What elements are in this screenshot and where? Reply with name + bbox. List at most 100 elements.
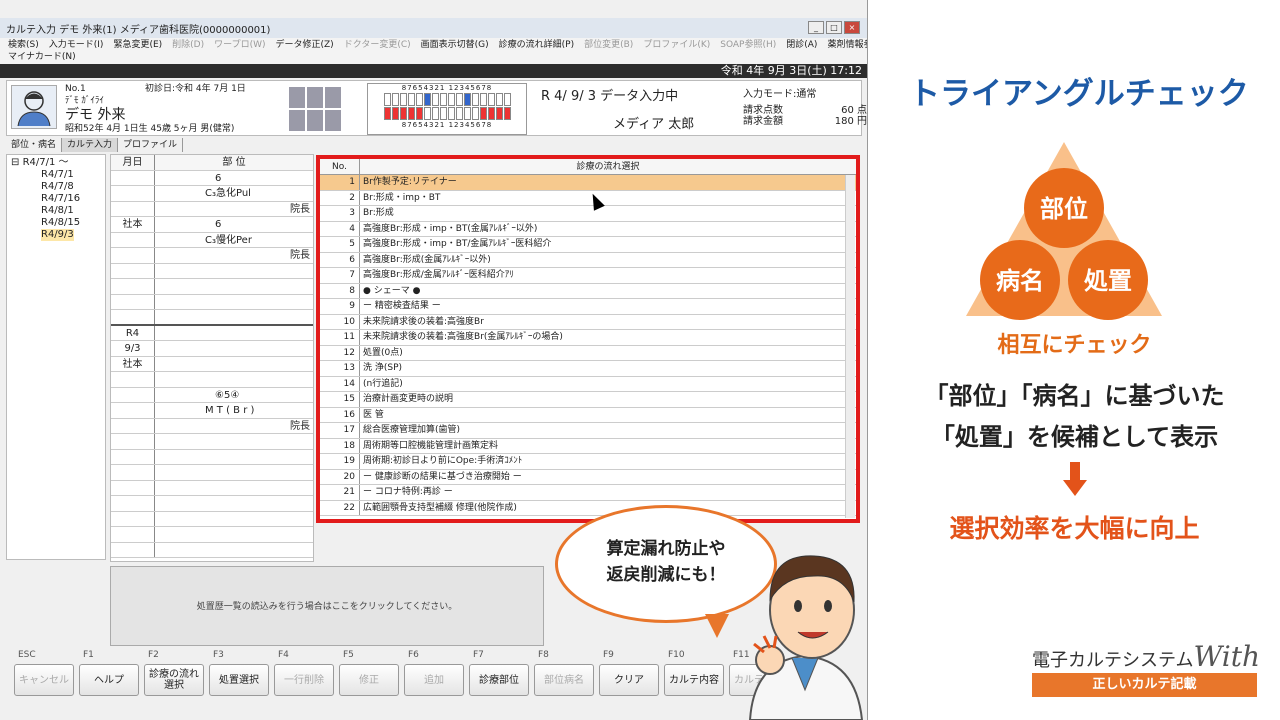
tab-site-disease[interactable]: 部位・病名 <box>6 138 63 152</box>
flow-list-item[interactable]: 9 ー 精密検査結果 ー <box>320 299 856 315</box>
flow-list-item[interactable]: 19 周術期:初診日より前にOpe:手術済ｺﾒﾝﾄ <box>320 454 856 470</box>
record-row[interactable]: M T ( B r ) <box>111 403 313 419</box>
tooth-cell[interactable] <box>439 93 447 106</box>
record-row[interactable] <box>111 434 313 450</box>
fkey-button[interactable]: 診療部位 <box>469 664 529 696</box>
tree-item[interactable]: R4/9/3 <box>11 229 101 241</box>
record-row[interactable]: C₃慢化Per <box>111 232 313 248</box>
record-row[interactable]: 院長 <box>111 418 313 434</box>
minimize-button[interactable]: _ <box>808 21 824 34</box>
tooth-cell[interactable] <box>399 93 407 106</box>
tooth-cell[interactable] <box>391 93 399 106</box>
record-row[interactable] <box>111 310 313 326</box>
tooth-cell[interactable] <box>495 93 503 106</box>
record-row[interactable] <box>111 480 313 496</box>
tree-item[interactable]: R4/7/8 <box>11 181 101 193</box>
tooth-cell[interactable] <box>503 93 511 106</box>
fkey-button[interactable]: カルテ内容 <box>664 664 724 696</box>
tooth-cell[interactable] <box>447 93 455 106</box>
tooth-cell[interactable] <box>383 93 391 106</box>
menu-item[interactable]: 入力モード(I) <box>49 39 104 51</box>
tree-item[interactable]: R4/8/1 <box>11 205 101 217</box>
flow-list-item[interactable]: 22 広範囲顎骨支持型補綴 修理(他院作成) <box>320 500 856 516</box>
tooth-cell[interactable] <box>495 107 503 120</box>
tooth-cell[interactable] <box>487 107 495 120</box>
flow-list-item[interactable]: 7 高強度Br:形成/金属ｱﾚﾙｷﾞｰ医科紹介ｱﾘ <box>320 268 856 284</box>
tooth-cell[interactable] <box>383 107 391 120</box>
menu-item[interactable]: 診療の流れ詳細(P) <box>499 39 574 51</box>
flow-list-item[interactable]: 5 高強度Br:形成・imp・BT/金属ｱﾚﾙｷﾞｰ医科紹介 <box>320 237 856 253</box>
menu-item[interactable]: ドクター変更(C) <box>344 39 411 51</box>
record-row[interactable]: 院長 <box>111 248 313 264</box>
history-load-area[interactable]: 処置歴一覧の読込みを行う場合はここをクリックしてください。 <box>110 566 544 646</box>
tooth-cell[interactable] <box>471 107 479 120</box>
flow-list-item[interactable]: 16 医 管 <box>320 407 856 423</box>
tooth-chart[interactable]: 87654321 12345678 87654321 12345678 <box>367 83 527 135</box>
record-row[interactable] <box>111 372 313 388</box>
menu-item[interactable]: マイナカード(N) <box>8 51 76 63</box>
record-row[interactable] <box>111 263 313 279</box>
flow-list-item[interactable]: 13 洗 浄(SP) <box>320 361 856 377</box>
tooth-cell[interactable] <box>503 107 511 120</box>
fkey-button[interactable]: 診療の流れ選択 <box>144 664 204 696</box>
flow-list-item[interactable]: 18 周術期等口腔機能管理計画策定料 <box>320 438 856 454</box>
flow-list-scrollbar[interactable] <box>845 175 855 518</box>
record-row[interactable]: R4 <box>111 325 313 341</box>
record-row[interactable]: ⑥5④ <box>111 387 313 403</box>
tooth-cell[interactable] <box>447 107 455 120</box>
flow-list-item[interactable]: 12 処置(0点) <box>320 345 856 361</box>
record-row[interactable] <box>111 511 313 527</box>
tooth-cell[interactable] <box>423 107 431 120</box>
record-row[interactable]: 社本 6 <box>111 217 313 233</box>
flow-list-item[interactable]: 14 (n行追記) <box>320 376 856 392</box>
flow-list-item[interactable]: 3 Br:形成 <box>320 206 856 222</box>
tooth-cell[interactable] <box>439 107 447 120</box>
menu-item[interactable]: プロファイル(K) <box>643 39 710 51</box>
menu-item[interactable]: 部位変更(B) <box>584 39 633 51</box>
record-row[interactable] <box>111 294 313 310</box>
fkey-button[interactable]: 修正 <box>339 664 399 696</box>
tooth-cell[interactable] <box>423 93 431 106</box>
fkey-button[interactable]: 追加 <box>404 664 464 696</box>
flow-list-item[interactable]: 1 Br作製予定:リテイナー <box>320 175 856 191</box>
record-row[interactable] <box>111 449 313 465</box>
tooth-cell[interactable] <box>415 93 423 106</box>
tooth-cell[interactable] <box>407 93 415 106</box>
menu-item[interactable]: データ修正(Z) <box>276 39 334 51</box>
tooth-cell[interactable] <box>407 107 415 120</box>
tooth-cell[interactable] <box>415 107 423 120</box>
tooth-cell[interactable] <box>455 93 463 106</box>
record-row[interactable]: 9/3 <box>111 341 313 357</box>
flow-list-item[interactable]: 8 ● シェーマ ● <box>320 283 856 299</box>
maximize-button[interactable]: □ <box>826 21 842 34</box>
close-button[interactable]: × <box>844 21 860 34</box>
flow-list-item[interactable]: 4 高強度Br:形成・imp・BT(金属ｱﾚﾙｷﾞｰ以外) <box>320 221 856 237</box>
tree-item[interactable]: R4/7/1 <box>11 169 101 181</box>
flow-list-item[interactable]: 11 未来院請求後の装着:高強度Br(金属ｱﾚﾙｷﾞｰの場合) <box>320 330 856 346</box>
menu-item[interactable]: 閉診(A) <box>786 39 817 51</box>
menu-item[interactable]: 削除(D) <box>172 39 204 51</box>
tree-item[interactable]: R4/8/15 <box>11 217 101 229</box>
tooth-cell[interactable] <box>399 107 407 120</box>
flow-list-item[interactable]: 17 総合医療管理加算(歯管) <box>320 423 856 439</box>
record-row[interactable] <box>111 527 313 543</box>
menu-item[interactable]: 緊急変更(E) <box>113 39 162 51</box>
tooth-cell[interactable] <box>487 93 495 106</box>
record-row[interactable] <box>111 465 313 481</box>
menu-item[interactable]: ワープロ(W) <box>214 39 265 51</box>
fkey-button[interactable]: 部位病名 <box>534 664 594 696</box>
tooth-cell[interactable] <box>479 93 487 106</box>
record-row[interactable] <box>111 279 313 295</box>
fkey-button[interactable]: クリア <box>599 664 659 696</box>
tooth-cell[interactable] <box>431 93 439 106</box>
menu-item[interactable]: SOAP参照(H) <box>720 39 776 51</box>
tooth-cell[interactable] <box>471 93 479 106</box>
record-row[interactable]: 院長 <box>111 201 313 217</box>
menu-item[interactable]: 検索(S) <box>8 39 39 51</box>
tree-item[interactable]: R4/7/16 <box>11 193 101 205</box>
tab-profile[interactable]: プロファイル <box>118 138 184 152</box>
tooth-cell[interactable] <box>463 93 471 106</box>
flow-list-item[interactable]: 6 高強度Br:形成(金属ｱﾚﾙｷﾞｰ以外) <box>320 252 856 268</box>
record-row[interactable] <box>111 496 313 512</box>
flow-list-item[interactable]: 10 未来院請求後の装着:高強度Br <box>320 314 856 330</box>
